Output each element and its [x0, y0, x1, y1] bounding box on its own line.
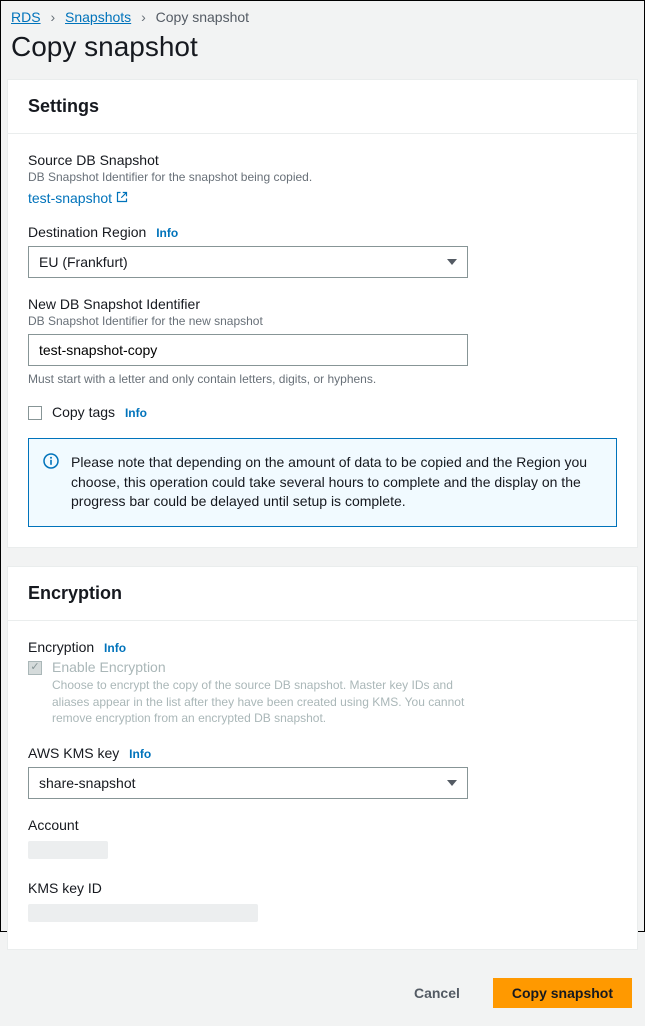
source-snapshot-desc: DB Snapshot Identifier for the snapshot … — [28, 170, 617, 184]
copy-tags-label: Copy tags — [52, 404, 115, 420]
breadcrumb-current: Copy snapshot — [156, 9, 249, 25]
account-value-redacted — [28, 841, 108, 859]
copy-tags-checkbox[interactable] — [28, 406, 42, 420]
footer-actions: Cancel Copy snapshot — [7, 968, 638, 1018]
info-link[interactable]: Info — [104, 641, 126, 655]
page-title: Copy snapshot — [7, 31, 638, 79]
settings-panel: Settings Source DB Snapshot DB Snapshot … — [7, 79, 638, 548]
destination-region-select[interactable]: EU (Frankfurt) — [28, 246, 468, 278]
new-snapshot-id-help: Must start with a letter and only contai… — [28, 372, 617, 386]
cancel-button[interactable]: Cancel — [395, 978, 479, 1008]
new-snapshot-id-input[interactable] — [28, 334, 468, 366]
encryption-header: Encryption — [8, 567, 637, 621]
info-icon — [43, 453, 59, 475]
enable-encryption-desc: Choose to encrypt the copy of the source… — [52, 677, 482, 727]
encryption-label: Encryption Info — [28, 639, 617, 655]
destination-region-label: Destination Region Info — [28, 224, 617, 240]
account-label: Account — [28, 817, 617, 833]
source-snapshot-link[interactable]: test-snapshot — [28, 190, 128, 206]
settings-header: Settings — [8, 80, 637, 134]
info-link[interactable]: Info — [156, 226, 178, 240]
breadcrumb-snapshots[interactable]: Snapshots — [65, 9, 131, 25]
enable-encryption-label: Enable Encryption — [52, 659, 482, 675]
new-snapshot-id-desc: DB Snapshot Identifier for the new snaps… — [28, 314, 617, 328]
breadcrumb-rds[interactable]: RDS — [11, 9, 41, 25]
kms-key-select[interactable]: share-snapshot — [28, 767, 468, 799]
info-link[interactable]: Info — [125, 406, 147, 420]
chevron-down-icon — [447, 780, 457, 786]
chevron-right-icon: › — [141, 9, 146, 25]
kms-key-id-label: KMS key ID — [28, 880, 617, 896]
kms-key-label: AWS KMS key Info — [28, 745, 617, 761]
chevron-down-icon — [447, 259, 457, 265]
breadcrumb: RDS › Snapshots › Copy snapshot — [7, 9, 638, 31]
info-link[interactable]: Info — [129, 747, 151, 761]
chevron-right-icon: › — [50, 9, 55, 25]
source-snapshot-label: Source DB Snapshot — [28, 152, 617, 168]
kms-key-id-value-redacted — [28, 904, 258, 922]
copy-snapshot-button[interactable]: Copy snapshot — [493, 978, 632, 1008]
enable-encryption-checkbox — [28, 661, 42, 675]
new-snapshot-id-label: New DB Snapshot Identifier — [28, 296, 617, 312]
info-notice: Please note that depending on the amount… — [28, 438, 617, 527]
encryption-panel: Encryption Encryption Info Enable Encryp… — [7, 566, 638, 950]
info-notice-text: Please note that depending on the amount… — [71, 454, 587, 509]
external-link-icon — [116, 190, 128, 206]
